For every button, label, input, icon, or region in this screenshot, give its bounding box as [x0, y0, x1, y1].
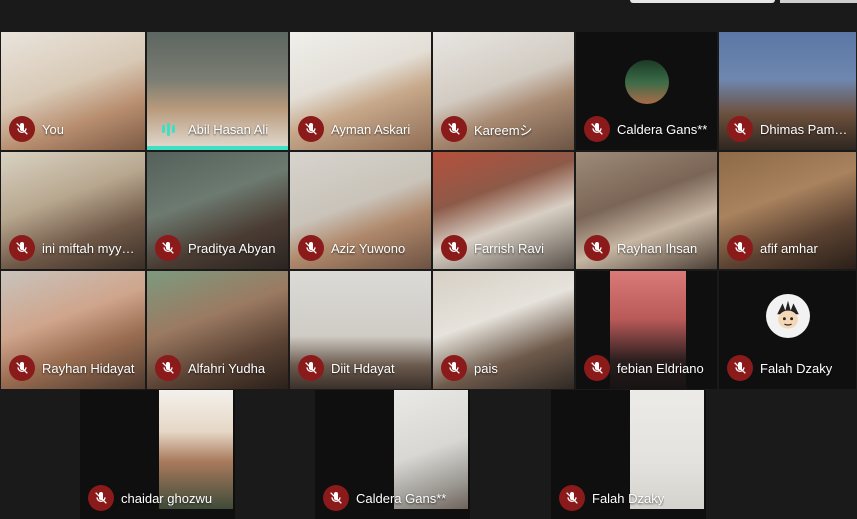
mic-off-icon[interactable]: [9, 355, 35, 381]
name-bar: Rayhan Hidayat: [9, 355, 135, 381]
participant-tile[interactable]: Dhimas Pamu…: [718, 31, 857, 151]
name-bar: Abil Hasan Ali: [155, 116, 268, 142]
name-bar: febian Eldriano: [584, 355, 704, 381]
participant-name: Farrish Ravi: [474, 240, 545, 256]
name-bar: Kareemシ: [441, 116, 533, 142]
participant-tile[interactable]: Alfahri Yudha: [146, 270, 289, 390]
participant-tile[interactable]: Caldera Gans**: [575, 31, 718, 151]
participant-name: chaidar ghozwu: [121, 490, 213, 506]
participant-name: Caldera Gans**: [356, 490, 447, 506]
participant-name: Aziz Yuwono: [331, 240, 406, 256]
participant-tile[interactable]: Ayman Askari: [289, 31, 432, 151]
participant-tile[interactable]: Rayhan Ihsan: [575, 151, 718, 270]
participant-name: Diit Hdayat: [331, 360, 395, 376]
participant-name: Alfahri Yudha: [188, 360, 266, 376]
name-bar: afif amhar: [727, 235, 818, 261]
mic-off-icon[interactable]: [727, 116, 753, 142]
participant-name: You: [42, 121, 64, 137]
participant-grid: You Abil Hasan Ali Ayman Askari Kareemシ …: [0, 31, 857, 519]
participant-name: Falah Dzaky: [760, 360, 833, 376]
mic-off-icon[interactable]: [298, 355, 324, 381]
mic-off-icon[interactable]: [298, 116, 324, 142]
participant-tile[interactable]: Diit Hdayat: [289, 270, 432, 390]
participant-tile[interactable]: pais: [432, 270, 575, 390]
participant-name: Kareemシ: [474, 122, 533, 138]
mic-off-icon[interactable]: [155, 235, 181, 261]
participant-tile[interactable]: Caldera Gans**: [315, 390, 470, 519]
participant-tile[interactable]: Farrish Ravi: [432, 151, 575, 270]
name-bar: Falah Dzaky: [727, 355, 832, 381]
participant-tile[interactable]: Rayhan Hidayat: [0, 270, 146, 390]
name-bar: You: [9, 116, 64, 142]
participant-name: Ayman Askari: [331, 121, 411, 137]
mic-off-icon[interactable]: [88, 485, 114, 511]
participant-tile[interactable]: afif amhar: [718, 151, 857, 270]
audio-level-icon: [155, 116, 181, 142]
participant-tile[interactable]: Praditya Abyan: [146, 151, 289, 270]
name-bar: Falah Dzaky: [559, 485, 664, 511]
mic-off-icon[interactable]: [9, 116, 35, 142]
mic-off-icon[interactable]: [441, 355, 467, 381]
participant-tile[interactable]: Falah Dzaky: [551, 390, 706, 519]
participant-name: ini miftah myy…: [42, 240, 135, 256]
cartoon-avatar-icon: [765, 293, 810, 338]
participant-name: febian Eldriano: [617, 360, 704, 376]
participant-name: afif amhar: [760, 240, 818, 256]
mic-off-icon[interactable]: [559, 485, 585, 511]
name-bar: Dhimas Pamu…: [727, 116, 850, 142]
mic-off-icon[interactable]: [298, 235, 324, 261]
participant-tile[interactable]: chaidar ghozwu: [80, 390, 235, 519]
name-bar: ini miftah myy…: [9, 235, 134, 261]
mic-off-icon[interactable]: [727, 355, 753, 381]
participant-name: Rayhan Hidayat: [42, 360, 135, 376]
mic-off-icon[interactable]: [155, 355, 181, 381]
mic-off-icon[interactable]: [323, 485, 349, 511]
top-control-bar: [630, 0, 775, 3]
name-bar: Ayman Askari: [298, 116, 410, 142]
name-bar: Farrish Ravi: [441, 235, 544, 261]
mic-off-icon[interactable]: [584, 235, 610, 261]
participant-name: Dhimas Pamu…: [760, 121, 850, 137]
name-bar: Praditya Abyan: [155, 235, 275, 261]
participant-tile[interactable]: febian Eldriano: [575, 270, 718, 390]
mic-off-icon[interactable]: [727, 235, 753, 261]
name-bar: Rayhan Ihsan: [584, 235, 697, 261]
mic-off-icon[interactable]: [441, 116, 467, 142]
name-bar: pais: [441, 355, 498, 381]
name-bar: chaidar ghozwu: [88, 485, 212, 511]
participant-tile[interactable]: ini miftah myy…: [0, 151, 146, 270]
participant-name: pais: [474, 360, 498, 376]
name-bar: Aziz Yuwono: [298, 235, 405, 261]
participant-tile[interactable]: Abil Hasan Ali: [146, 31, 289, 151]
mic-off-icon[interactable]: [441, 235, 467, 261]
participant-tile[interactable]: Aziz Yuwono: [289, 151, 432, 270]
participant-tile[interactable]: Falah Dzaky: [718, 270, 857, 390]
name-bar: Alfahri Yudha: [155, 355, 265, 381]
participant-name: Abil Hasan Ali: [188, 121, 269, 137]
participant-tile[interactable]: Kareemシ: [432, 31, 575, 151]
participant-name: Praditya Abyan: [188, 240, 276, 256]
profile-photo: [624, 60, 669, 104]
participant-name: Caldera Gans**: [617, 121, 708, 137]
name-bar: Diit Hdayat: [298, 355, 395, 381]
top-control-bar-edge: [780, 0, 857, 3]
participant-name: Falah Dzaky: [592, 490, 665, 506]
mic-off-icon[interactable]: [584, 116, 610, 142]
name-bar: Caldera Gans**: [323, 485, 446, 511]
mic-off-icon[interactable]: [584, 355, 610, 381]
participant-tile[interactable]: You: [0, 31, 146, 151]
participant-name: Rayhan Ihsan: [617, 240, 698, 256]
name-bar: Caldera Gans**: [584, 116, 707, 142]
mic-off-icon[interactable]: [9, 235, 35, 261]
speaking-indicator: [147, 146, 288, 150]
